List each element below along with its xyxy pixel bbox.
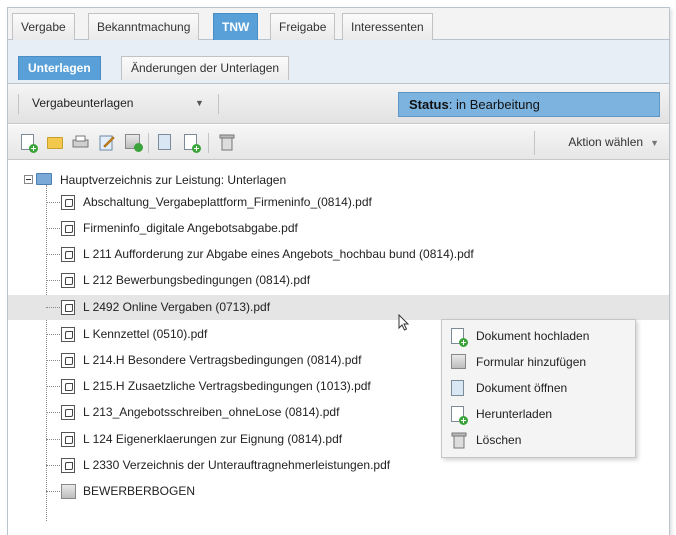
print-icon[interactable]	[72, 134, 89, 151]
tab-unterlagen[interactable]: Unterlagen	[18, 56, 101, 80]
tnw-panel: Vergabe Bekanntmachung TNW Freigabe Inte…	[7, 7, 670, 535]
list-item[interactable]: BEWERBERBOGEN	[8, 479, 669, 504]
chevron-down-icon: ▼	[650, 138, 659, 148]
menu-item-delete[interactable]: Löschen	[442, 427, 635, 453]
folder-icon[interactable]	[47, 134, 63, 151]
menu-item-label: Herunterladen	[476, 407, 553, 421]
form-icon	[61, 484, 76, 499]
context-menu: Dokument hochladen Formular hinzufügen D…	[441, 319, 636, 458]
status-badge: Status: in Bearbeitung	[398, 92, 660, 117]
delete-icon[interactable]	[219, 134, 235, 151]
list-item-label: L 211 Aufforderung zur Abgabe eines Ange…	[83, 247, 474, 261]
list-item-label: Firmeninfo_digitale Angebotsabgabe.pdf	[83, 221, 298, 235]
tab-bekanntmachung[interactable]: Bekanntmachung	[88, 13, 200, 41]
list-item[interactable]: Firmeninfo_digitale Angebotsabgabe.pdf	[8, 216, 669, 241]
list-item[interactable]: Abschaltung_Vergabeplattform_Firmeninfo_…	[8, 190, 669, 215]
list-item-label: L 215.H Zusaetzliche Vertragsbedingungen…	[83, 379, 371, 393]
sub-tab-bar: Unterlagen Änderungen der Unterlagen	[8, 40, 669, 84]
pdf-icon	[61, 327, 75, 342]
list-item-label: L 212 Bewerbungsbedingungen (0814).pdf	[83, 273, 311, 287]
menu-item-label: Formular hinzufügen	[476, 355, 587, 369]
list-item-label: L Kennzettel (0510).pdf	[83, 327, 208, 341]
status-value: : in Bearbeitung	[448, 97, 540, 112]
add-form-icon[interactable]	[125, 134, 143, 152]
pdf-icon	[61, 195, 75, 210]
divider	[534, 131, 535, 155]
list-item-label: L 124 Eigenerklaerungen zur Eignung (081…	[83, 432, 343, 446]
tab-freigabe[interactable]: Freigabe	[270, 13, 336, 41]
tab-interessenten[interactable]: Interessenten	[342, 13, 433, 41]
divider	[218, 94, 219, 114]
open-document-icon	[451, 380, 464, 396]
list-item-label: L 214.H Besondere Vertragsbedingungen (0…	[83, 353, 362, 367]
pdf-icon	[61, 247, 75, 262]
menu-item-label: Dokument hochladen	[476, 329, 590, 343]
main-tab-bar: Vergabe Bekanntmachung TNW Freigabe Inte…	[8, 8, 669, 41]
add-form-icon	[451, 354, 466, 369]
tab-vergabe[interactable]: Vergabe	[12, 13, 75, 41]
action-dropdown[interactable]: Aktion wählen ▼	[556, 125, 659, 160]
pdf-icon	[61, 458, 75, 473]
list-item[interactable]: L 211 Aufforderung zur Abgabe eines Ange…	[8, 242, 669, 267]
list-item-label: L 2330 Verzeichnis der Unterauftragnehme…	[83, 458, 391, 472]
download-icon	[451, 406, 468, 425]
list-item-label: L 2492 Online Vergaben (0713).pdf	[83, 300, 271, 314]
download-icon[interactable]	[184, 134, 201, 153]
menu-item-download[interactable]: Herunterladen	[442, 401, 635, 427]
pdf-icon	[61, 432, 75, 447]
list-item[interactable]: L 212 Bewerbungsbedingungen (0814).pdf	[8, 268, 669, 293]
pdf-icon	[61, 300, 75, 315]
pdf-icon	[61, 221, 75, 236]
pdf-icon	[61, 379, 75, 394]
chevron-down-icon: ▼	[195, 98, 204, 108]
tab-tnw[interactable]: TNW	[213, 13, 259, 41]
pdf-icon	[61, 353, 75, 368]
view-select-value: Vergabeunterlagen	[32, 96, 134, 110]
view-toolbar: Vergabeunterlagen ▼ Status: in Bearbeitu…	[8, 84, 669, 124]
menu-item-open[interactable]: Dokument öffnen	[442, 375, 635, 401]
list-item-label: Abschaltung_Vergabeplattform_Firmeninfo_…	[83, 195, 372, 209]
edit-icon[interactable]	[99, 134, 115, 151]
list-item-label: BEWERBERBOGEN	[83, 484, 196, 498]
pdf-icon	[61, 273, 75, 288]
divider	[208, 133, 209, 153]
upload-document-icon	[451, 328, 468, 347]
pdf-icon	[61, 405, 75, 420]
divider	[18, 94, 19, 114]
status-label: Status	[409, 97, 449, 112]
collapse-icon[interactable]	[24, 175, 33, 184]
divider	[148, 133, 149, 153]
tab-aenderungen[interactable]: Änderungen der Unterlagen	[121, 56, 290, 80]
menu-item-upload[interactable]: Dokument hochladen	[442, 323, 635, 349]
menu-item-add-form[interactable]: Formular hinzufügen	[442, 349, 635, 375]
menu-item-label: Dokument öffnen	[476, 381, 568, 395]
tree-root-label: Hauptverzeichnis zur Leistung: Unterlage…	[60, 173, 287, 187]
open-document-icon[interactable]	[158, 134, 174, 151]
list-item-label: L 213_Angebotsschreiben_ohneLose (0814).…	[83, 405, 340, 419]
menu-item-label: Löschen	[476, 433, 522, 447]
folder-icon	[36, 173, 52, 185]
action-dropdown-label: Aktion wählen	[568, 135, 644, 149]
list-item-hovered[interactable]: L 2492 Online Vergaben (0713).pdf	[8, 295, 669, 320]
new-document-icon[interactable]	[21, 134, 38, 153]
delete-icon	[451, 432, 467, 458]
mouse-cursor-icon	[398, 314, 410, 331]
action-toolbar: Aktion wählen ▼	[8, 125, 669, 160]
view-select[interactable]: Vergabeunterlagen ▼	[18, 91, 218, 115]
tree-root[interactable]: Hauptverzeichnis zur Leistung: Unterlage…	[24, 170, 286, 190]
